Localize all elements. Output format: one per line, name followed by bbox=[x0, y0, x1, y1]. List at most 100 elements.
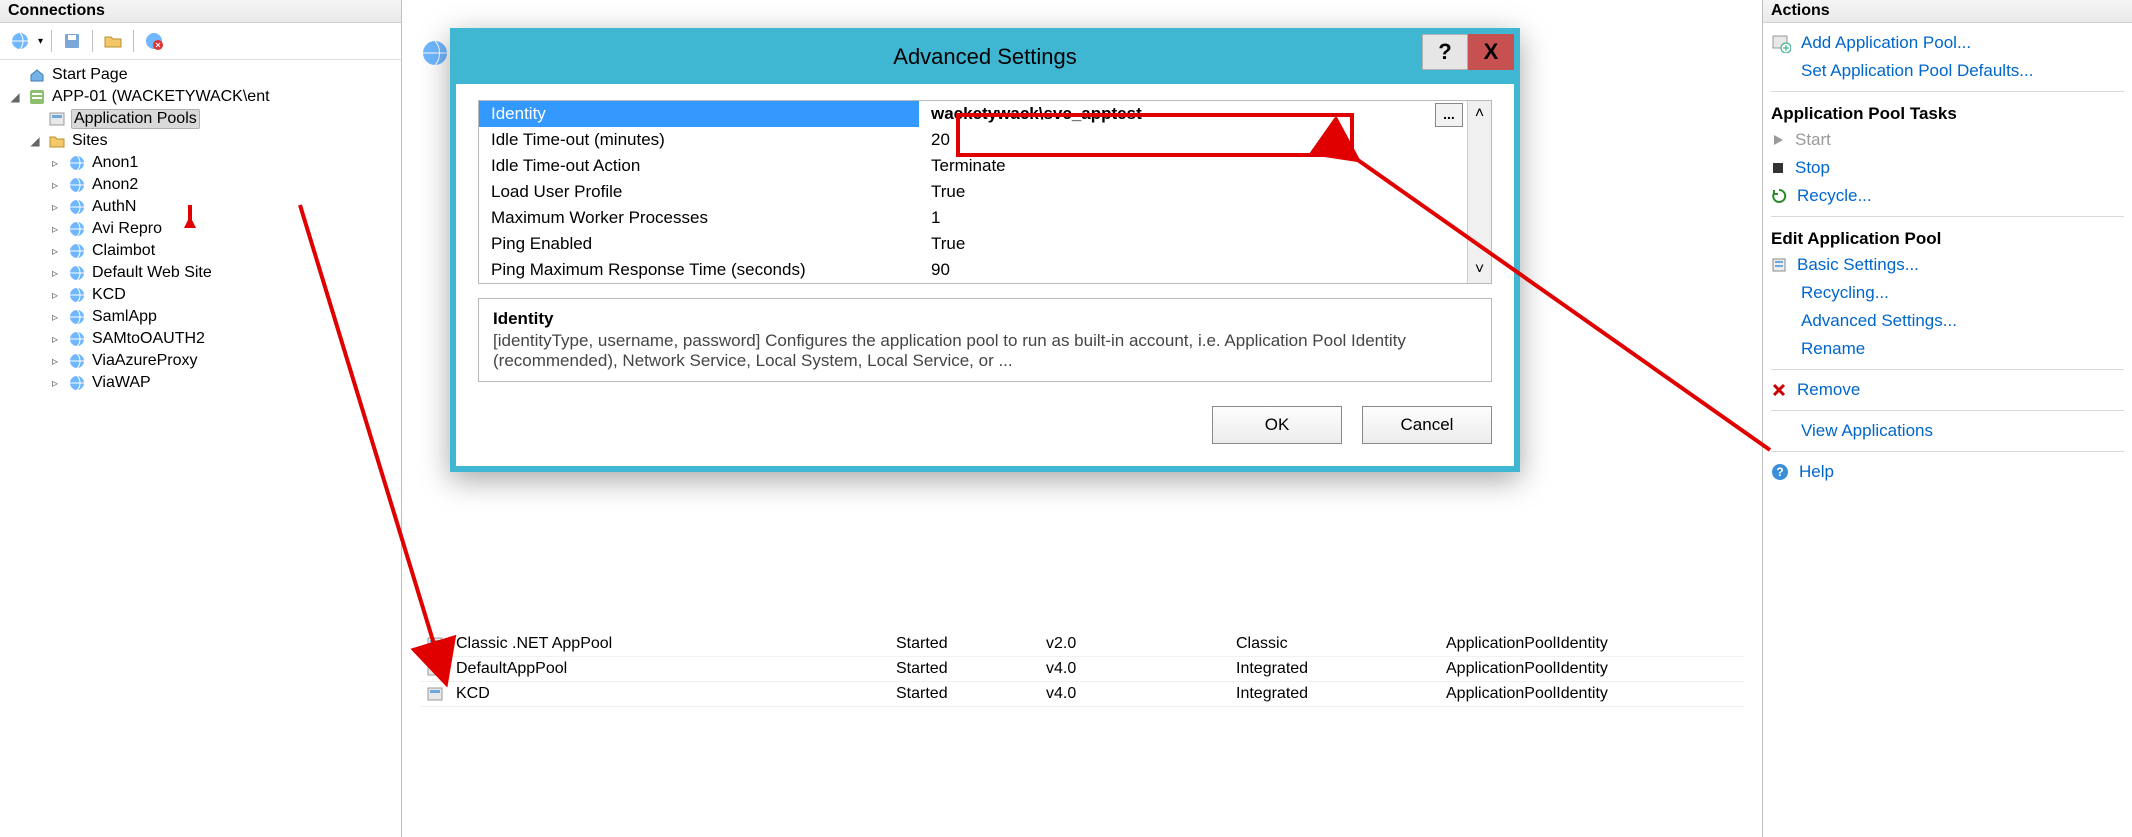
tree-site-item[interactable]: ▹ SamlApp bbox=[4, 306, 397, 328]
tree-site-item[interactable]: ▹AuthN bbox=[4, 196, 397, 218]
action-recycle[interactable]: Recycle... bbox=[1765, 182, 2130, 210]
pool-identity: ApplicationPoolIdentity bbox=[1440, 682, 1744, 707]
expander-icon[interactable]: ◢ bbox=[28, 134, 42, 148]
scroll-down-icon[interactable]: ˅ bbox=[1475, 261, 1484, 279]
toolbar-separator bbox=[133, 30, 134, 52]
expander-icon[interactable]: ▹ bbox=[48, 266, 62, 280]
property-value[interactable]: Terminate bbox=[919, 153, 1467, 179]
expander-icon[interactable]: ▹ bbox=[48, 332, 62, 346]
dropdown-arrow-icon[interactable]: ▾ bbox=[38, 36, 43, 47]
action-basic-settings[interactable]: Basic Settings... bbox=[1765, 251, 2130, 279]
property-name: Load User Profile bbox=[479, 179, 919, 205]
cancel-button[interactable]: Cancel bbox=[1362, 406, 1492, 444]
property-row[interactable]: Load User ProfileTrue bbox=[479, 179, 1467, 205]
action-start: Start bbox=[1765, 126, 2130, 154]
action-stop[interactable]: Stop bbox=[1765, 154, 2130, 182]
tree-label: SAMtoOAUTH2 bbox=[92, 330, 205, 348]
tree-start-page[interactable]: Start Page bbox=[4, 64, 397, 86]
apppool-icon bbox=[48, 110, 66, 128]
pool-name: KCD bbox=[450, 682, 890, 707]
expander-icon[interactable]: ▹ bbox=[48, 310, 62, 324]
action-advanced-settings[interactable]: Advanced Settings... bbox=[1765, 307, 2130, 335]
tree-label: KCD bbox=[92, 286, 126, 304]
save-icon[interactable] bbox=[60, 29, 84, 53]
property-row[interactable]: Ping EnabledTrue bbox=[479, 231, 1467, 257]
table-row[interactable]: Classic .NET AppPoolStartedv2.0ClassicAp… bbox=[420, 632, 1744, 657]
property-row[interactable]: Identitywacketywack\svc_apptest... bbox=[479, 101, 1467, 127]
table-row[interactable]: DefaultAppPoolStartedv4.0IntegratedAppli… bbox=[420, 657, 1744, 682]
apppool-icon bbox=[420, 632, 450, 657]
actions-group-head: Edit Application Pool bbox=[1765, 223, 2130, 251]
tree-site-item[interactable]: ▹ViaAzureProxy bbox=[4, 350, 397, 372]
scroll-up-icon[interactable]: ˄ bbox=[1475, 105, 1484, 123]
action-add-pool[interactable]: Add Application Pool... bbox=[1765, 29, 2130, 57]
connections-tree[interactable]: Start Page ◢ APP-01 (WACKETYWACK\ent App… bbox=[0, 60, 401, 398]
property-description: Identity [identityType, username, passwo… bbox=[478, 298, 1492, 382]
action-view-apps[interactable]: View Applications bbox=[1765, 417, 2130, 445]
connect-icon[interactable] bbox=[8, 29, 32, 53]
recycle-icon bbox=[1771, 188, 1787, 204]
pool-status: Started bbox=[890, 632, 1040, 657]
expander-icon[interactable]: ▹ bbox=[48, 156, 62, 170]
tree-site-item[interactable]: ▹Default Web Site bbox=[4, 262, 397, 284]
expander-icon[interactable]: ◢ bbox=[8, 90, 22, 104]
property-row[interactable]: Ping Maximum Response Time (seconds)90 bbox=[479, 257, 1467, 283]
dialog-help-button[interactable]: ? bbox=[1422, 34, 1468, 70]
property-value[interactable]: True bbox=[919, 231, 1467, 257]
property-value[interactable]: 1 bbox=[919, 205, 1467, 231]
dialog-title-bar[interactable]: Advanced Settings ? X bbox=[456, 34, 1514, 84]
expander-icon[interactable]: ▹ bbox=[48, 222, 62, 236]
tree-site-item[interactable]: ▹ SAMtoOAUTH2 bbox=[4, 328, 397, 350]
open-icon[interactable] bbox=[101, 29, 125, 53]
home-icon bbox=[28, 66, 46, 84]
property-value[interactable]: True bbox=[919, 179, 1467, 205]
property-value[interactable]: wacketywack\svc_apptest... bbox=[919, 101, 1467, 127]
apppool-icon bbox=[420, 657, 450, 682]
tree-label: SamlApp bbox=[92, 308, 157, 326]
property-row[interactable]: Maximum Worker Processes1 bbox=[479, 205, 1467, 231]
action-help[interactable]: ? Help bbox=[1765, 458, 2130, 486]
pool-table[interactable]: Classic .NET AppPoolStartedv2.0ClassicAp… bbox=[420, 632, 1744, 707]
expander-icon[interactable]: ▹ bbox=[48, 376, 62, 390]
property-row[interactable]: Idle Time-out ActionTerminate bbox=[479, 153, 1467, 179]
pool-ver: v4.0 bbox=[1040, 682, 1230, 707]
tree-site-item[interactable]: ▹ Anon2 bbox=[4, 174, 397, 196]
expander-icon[interactable]: ▹ bbox=[48, 178, 62, 192]
tree-label: Anon2 bbox=[92, 176, 138, 194]
tree-site-item[interactable]: ▹ViaWAP bbox=[4, 372, 397, 394]
tree-sites[interactable]: ◢ Sites bbox=[4, 130, 397, 152]
action-remove[interactable]: Remove bbox=[1765, 376, 2130, 404]
property-row[interactable]: Idle Time-out (minutes)20 bbox=[479, 127, 1467, 153]
property-value[interactable]: 90 bbox=[919, 257, 1467, 283]
table-row[interactable]: KCDStartedv4.0IntegratedApplicationPoolI… bbox=[420, 682, 1744, 707]
action-recycling[interactable]: Recycling... bbox=[1765, 279, 2130, 307]
dialog-close-button[interactable]: X bbox=[1468, 34, 1514, 70]
property-value[interactable]: 20 bbox=[919, 127, 1467, 153]
tree-server[interactable]: ◢ APP-01 (WACKETYWACK\ent bbox=[4, 86, 397, 108]
dialog-title: Advanced Settings bbox=[893, 44, 1076, 69]
tree-site-item[interactable]: ▹Claimbot bbox=[4, 240, 397, 262]
expander-icon[interactable]: ▹ bbox=[48, 200, 62, 214]
action-rename[interactable]: Rename bbox=[1765, 335, 2130, 363]
action-set-defaults[interactable]: Set Application Pool Defaults... bbox=[1765, 57, 2130, 85]
tree-site-item[interactable]: ▹Anon1 bbox=[4, 152, 397, 174]
actions-group-head: Application Pool Tasks bbox=[1765, 98, 2130, 126]
expander-icon[interactable]: ▹ bbox=[48, 354, 62, 368]
pool-mode: Integrated bbox=[1230, 657, 1440, 682]
tree-site-item[interactable]: ▹Avi Repro bbox=[4, 218, 397, 240]
disconnect-icon[interactable] bbox=[142, 29, 166, 53]
property-name: Idle Time-out Action bbox=[479, 153, 919, 179]
expander-icon[interactable]: ▹ bbox=[48, 288, 62, 302]
tree-app-pools[interactable]: Application Pools bbox=[4, 108, 397, 130]
ellipsis-button[interactable]: ... bbox=[1435, 103, 1463, 127]
tree-site-item[interactable]: ▹ KCD bbox=[4, 284, 397, 306]
pool-identity: ApplicationPoolIdentity bbox=[1440, 657, 1744, 682]
scrollbar[interactable]: ˄ ˅ bbox=[1467, 101, 1491, 283]
expander-icon[interactable]: ▹ bbox=[48, 244, 62, 258]
tree-label: Application Pools bbox=[72, 110, 199, 128]
separator bbox=[1771, 369, 2124, 370]
tree-label: APP-01 (WACKETYWACK\ent bbox=[52, 88, 270, 106]
ok-button[interactable]: OK bbox=[1212, 406, 1342, 444]
property-name: Ping Maximum Response Time (seconds) bbox=[479, 257, 919, 283]
property-grid[interactable]: Identitywacketywack\svc_apptest...Idle T… bbox=[478, 100, 1492, 284]
